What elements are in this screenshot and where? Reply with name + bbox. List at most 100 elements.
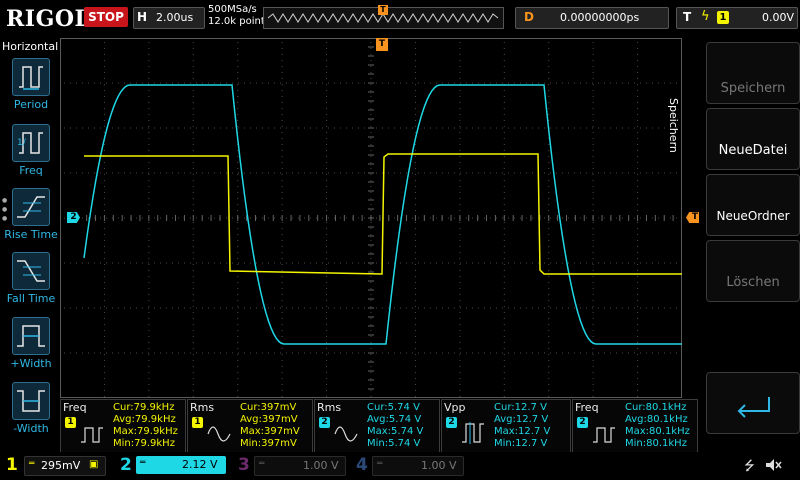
measurement-min: Min:397mV — [240, 438, 297, 449]
softkey-delete-label: Löschen — [726, 275, 780, 290]
measure-fall-time-button[interactable]: Fall Time — [0, 252, 60, 314]
measurement-min: Min:12.7 V — [494, 438, 548, 449]
vpp-measure-icon — [460, 414, 486, 448]
coupling-dc-icon: ═ — [377, 459, 383, 469]
trigger-indicator[interactable]: T ϟ 1 0.00V — [676, 7, 798, 29]
channel-4-number: 4 — [356, 455, 368, 475]
measurement-min: Min:80.1kHz — [625, 438, 687, 449]
measure-fall-time-label: Fall Time — [6, 292, 56, 305]
usb-icon: ⭍ — [744, 459, 755, 474]
measure-negative-width-label: -Width — [13, 422, 49, 435]
freq-icon: 1/ — [12, 124, 50, 162]
channel-status-bar: 1 ═ 295mV ▣ 2 ═ 2.12 V 3 ═ 1.00 V 4 ═ 1.… — [0, 452, 800, 480]
period-icon — [12, 58, 50, 96]
channel-2-number: 2 — [120, 455, 132, 475]
measurement-max: Max:5.74 V — [367, 426, 424, 437]
softkey-delete-button[interactable]: Löschen — [706, 240, 800, 302]
measurement-name: Rms — [190, 401, 215, 414]
measurement-vpp-ch2[interactable]: Vpp 2 Cur:12.7 V Avg:12.7 V Max:12.7 V M… — [441, 399, 571, 453]
measurement-rms-ch2[interactable]: Rms 2 Cur:5.74 V Avg:5.74 V Max:5.74 V M… — [314, 399, 440, 453]
softkey-new-folder-button[interactable]: NeueOrdner — [706, 174, 800, 236]
rms-measure-icon — [333, 414, 359, 448]
freq-measure-icon — [79, 414, 105, 448]
measurement-name: Vpp — [444, 401, 466, 414]
channel-3-scale-box: ═ 1.00 V — [254, 456, 346, 476]
channel-2-status[interactable]: 2 ═ 2.12 V — [116, 455, 230, 477]
trigger-position-marker: T — [378, 5, 388, 15]
timebase-indicator[interactable]: H 2.00us — [133, 7, 205, 29]
softkey-save-label: Speichern — [720, 81, 786, 96]
measure-negative-width-button[interactable]: -Width — [0, 382, 60, 444]
delay-key: D — [524, 10, 534, 24]
measurement-name: Rms — [317, 401, 342, 414]
trigger-position-top-marker[interactable]: T — [376, 38, 388, 51]
measurement-min: Min:79.9kHz — [113, 438, 175, 449]
waveform-grid — [59, 37, 682, 398]
top-status-bar: RIGOL STOP H 2.00us 500MSa/s 12.0k point… — [0, 0, 800, 36]
softkey-new-file-button[interactable]: NeueDatei — [706, 108, 800, 170]
measurement-cur: Cur:5.74 V — [367, 402, 420, 413]
channel-2-scale: 2.12 V — [182, 458, 218, 471]
waveform-display[interactable] — [59, 37, 682, 398]
softkey-save-button[interactable]: Speichern — [706, 42, 800, 104]
menu-title: Horizontal — [2, 40, 59, 53]
coupling-dc-icon: ═ — [140, 458, 146, 468]
memory-overview-strip: T — [263, 5, 504, 29]
delay-indicator[interactable]: D 0.00000000ps — [515, 7, 669, 29]
trigger-level: 0.00V — [762, 11, 795, 24]
measure-rise-time-label: Rise Time — [4, 228, 58, 241]
measurement-channel-badge: 1 — [192, 417, 203, 428]
measurement-channel-badge: 2 — [446, 417, 457, 428]
softkey-new-folder-label: NeueOrdner — [716, 209, 790, 223]
channel-3-scale: 1.00 V — [303, 459, 339, 472]
softkey-new-file-label: NeueDatei — [718, 143, 788, 158]
measurement-cur: Cur:12.7 V — [494, 402, 547, 413]
measure-freq-button[interactable]: 1/ Freq — [0, 124, 60, 186]
coupling-dc-icon: ═ — [29, 459, 35, 469]
measure-rise-time-button[interactable]: Rise Time — [0, 188, 60, 250]
measurement-name: Freq — [63, 401, 87, 414]
rising-edge-icon: ϟ — [701, 9, 710, 24]
timebase-key: H — [137, 10, 148, 24]
measurement-freq-ch2[interactable]: Freq 2 Cur:80.1kHz Avg:80.1kHz Max:80.1k… — [572, 399, 698, 453]
negative-width-icon — [12, 382, 50, 420]
svg-text:1/: 1/ — [17, 138, 27, 148]
rms-measure-icon — [206, 414, 232, 448]
measurement-max: Max:12.7 V — [494, 426, 551, 437]
memory-depth: 12.0k points — [208, 16, 270, 27]
timebase-value: 2.00us — [156, 11, 194, 24]
measurement-name: Freq — [575, 401, 599, 414]
channel-4-scale-box: ═ 1.00 V — [372, 456, 464, 476]
measure-freq-label: Freq — [19, 164, 43, 177]
speaker-muted-icon — [764, 456, 782, 474]
run-stop-status[interactable]: STOP — [84, 7, 128, 27]
coupling-dc-icon: ═ — [259, 459, 265, 469]
measurement-avg: Avg:79.9kHz — [113, 414, 176, 425]
measurement-avg: Avg:80.1kHz — [625, 414, 688, 425]
save-softkey-menu: Speichern Speichern NeueDatei NeueOrdner… — [667, 38, 800, 450]
delay-value: 0.00000000ps — [560, 11, 640, 24]
channel-3-number: 3 — [238, 455, 250, 475]
measurement-max: Max:79.9kHz — [113, 426, 178, 437]
sample-rate: 500MSa/s — [208, 4, 257, 15]
measure-period-button[interactable]: Period — [0, 58, 60, 120]
menu-vertical-title: Speichern — [667, 98, 680, 153]
channel-4-status[interactable]: 4 ═ 1.00 V — [352, 455, 466, 477]
acquisition-info: 500MSa/s 12.0k points — [208, 4, 270, 28]
softkey-return-button[interactable] — [706, 372, 800, 434]
measurement-rms-ch1[interactable]: Rms 1 Cur:397mV Avg:397mV Max:397mV Min:… — [187, 399, 313, 453]
measurement-avg: Avg:12.7 V — [494, 414, 549, 425]
measurement-channel-badge: 2 — [577, 417, 588, 428]
trigger-key: T — [683, 10, 692, 24]
measure-period-label: Period — [13, 98, 49, 111]
fall-time-icon — [12, 252, 50, 290]
horizontal-measure-menu: Horizontal Period 1/ Freq ● ● ● Rise Time … — [0, 38, 60, 450]
measurement-avg: Avg:5.74 V — [367, 414, 422, 425]
measurement-freq-ch1[interactable]: Freq 1 Cur:79.9kHz Avg:79.9kHz Max:79.9k… — [60, 399, 186, 453]
bandwidth-limit-icon: ▣ — [89, 459, 99, 470]
channel-1-status[interactable]: 1 ═ 295mV ▣ — [0, 455, 112, 477]
measure-positive-width-button[interactable]: +Width — [0, 317, 60, 379]
freq-measure-icon — [591, 414, 617, 448]
channel-3-status[interactable]: 3 ═ 1.00 V — [234, 455, 348, 477]
measurement-max: Max:397mV — [240, 426, 300, 437]
